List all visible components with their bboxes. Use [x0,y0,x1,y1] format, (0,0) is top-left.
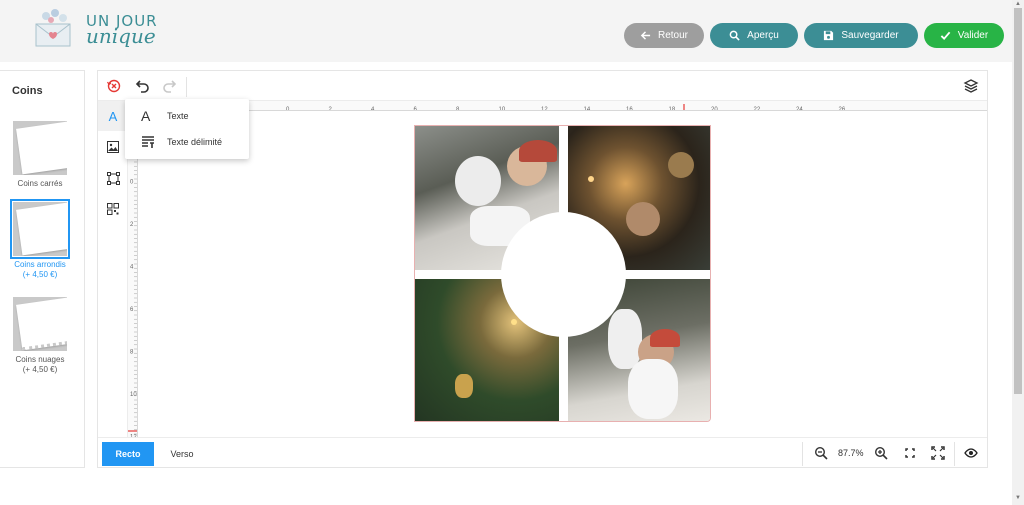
option-coins-carres[interactable]: Coins carrés [10,121,70,189]
save-button[interactable]: Sauvegarder [804,23,918,48]
apercu-button[interactable]: Aperçu [710,23,798,48]
option-coins-nuages[interactable]: Coins nuages (+ 4,50 €) [10,297,70,375]
ruler-tick-label: 8 [130,350,134,356]
menu-item-label: Texte [167,111,189,121]
save-label: Sauvegarder [841,30,899,41]
floppy-disk-icon [824,30,834,41]
option-coins-arrondis[interactable]: Coins arrondis (+ 4,50 €) [10,199,70,280]
envelope-flower-icon [35,9,71,47]
arrow-left-icon [640,31,651,40]
valider-button[interactable]: Valider [924,23,1004,48]
menu-item-texte[interactable]: A Texte [125,103,249,129]
tab-recto[interactable]: Recto [102,442,154,466]
ruler-tick-label: 0 [130,180,134,186]
text-tool-icon: A [108,108,118,124]
editor-bottom-bar: Recto Verso 87.7% [98,437,987,467]
coins-nuages-thumbnail [13,297,67,351]
editor-toolbar [98,71,987,101]
zoom-in-icon[interactable] [874,446,888,460]
shape-tool[interactable] [98,163,128,193]
bounded-text-icon [142,136,154,148]
horizontal-ruler: 4202468101214161820222426 [128,101,987,111]
logo-text-bottom: unique [86,24,156,48]
menu-item-texte-delimite[interactable]: Texte délimité [125,129,249,155]
fit-screen-icon[interactable] [903,446,917,460]
retour-label: Retour [657,30,688,41]
option-price: (+ 4,50 €) [22,365,58,374]
toolbar-divider [186,77,187,97]
tool-sidebar: A [98,101,128,437]
panel-title: Coins [12,85,43,97]
scroll-thumb[interactable] [1014,8,1022,394]
zoom-level: 87.7% [838,448,864,458]
option-label: Coins nuages [15,355,65,364]
shape-tool-icon [106,171,120,185]
tab-verso[interactable]: Verso [158,442,206,466]
scroll-up-arrow-icon[interactable]: ▲ [1015,1,1021,7]
logo[interactable]: UN JOUR unique [30,6,190,50]
layers-icon[interactable] [963,78,979,94]
qrcode-tool[interactable] [98,194,128,224]
text-tool[interactable]: A [98,101,128,131]
image-tool-icon [107,141,119,153]
option-label: Coins carrés [17,179,63,188]
qrcode-tool-icon [107,203,119,215]
image-tool[interactable] [98,132,128,162]
redo-icon[interactable] [162,78,178,94]
bottom-divider [802,442,803,466]
text-icon: A [141,108,151,124]
apercu-label: Aperçu [747,30,779,41]
valider-label: Valider [957,30,989,41]
option-price: (+ 4,50 €) [22,270,58,279]
photo-card[interactable] [414,125,711,422]
text-insert-menu: A Texte Texte délimité [125,99,249,159]
ruler-tick-label: 2 [130,222,134,228]
eye-icon[interactable] [964,446,978,460]
option-label: Coins arrondis [14,260,66,269]
page-scrollbar[interactable]: ▲ ▼ [1012,0,1024,505]
ruler-tick-label: 10 [130,392,137,398]
ruler-tick-label: 4 [130,265,134,271]
scroll-down-arrow-icon[interactable]: ▼ [1015,495,1021,501]
menu-item-label: Texte délimité [167,137,223,147]
vertical-ruler: 202468101214 [128,111,138,437]
coins-carres-thumbnail [13,121,67,175]
top-bar: UN JOUR unique Retour Aperçu Sauvegarder… [0,0,1012,62]
fullscreen-icon[interactable] [931,446,945,460]
undo-icon[interactable] [134,78,150,94]
check-icon [940,31,951,41]
design-canvas[interactable] [138,111,987,437]
zoom-out-icon[interactable] [814,446,828,460]
ruler-tick-label: 6 [130,307,134,313]
search-icon [729,30,740,41]
reset-icon[interactable] [106,78,122,94]
retour-button[interactable]: Retour [624,23,704,48]
bottom-divider [954,442,955,466]
corner-options-panel: Coins Coins carrés Coins arrondis (+ 4,5… [0,70,85,468]
coins-arrondis-thumbnail [10,199,70,259]
center-circle-placeholder[interactable] [501,212,626,337]
